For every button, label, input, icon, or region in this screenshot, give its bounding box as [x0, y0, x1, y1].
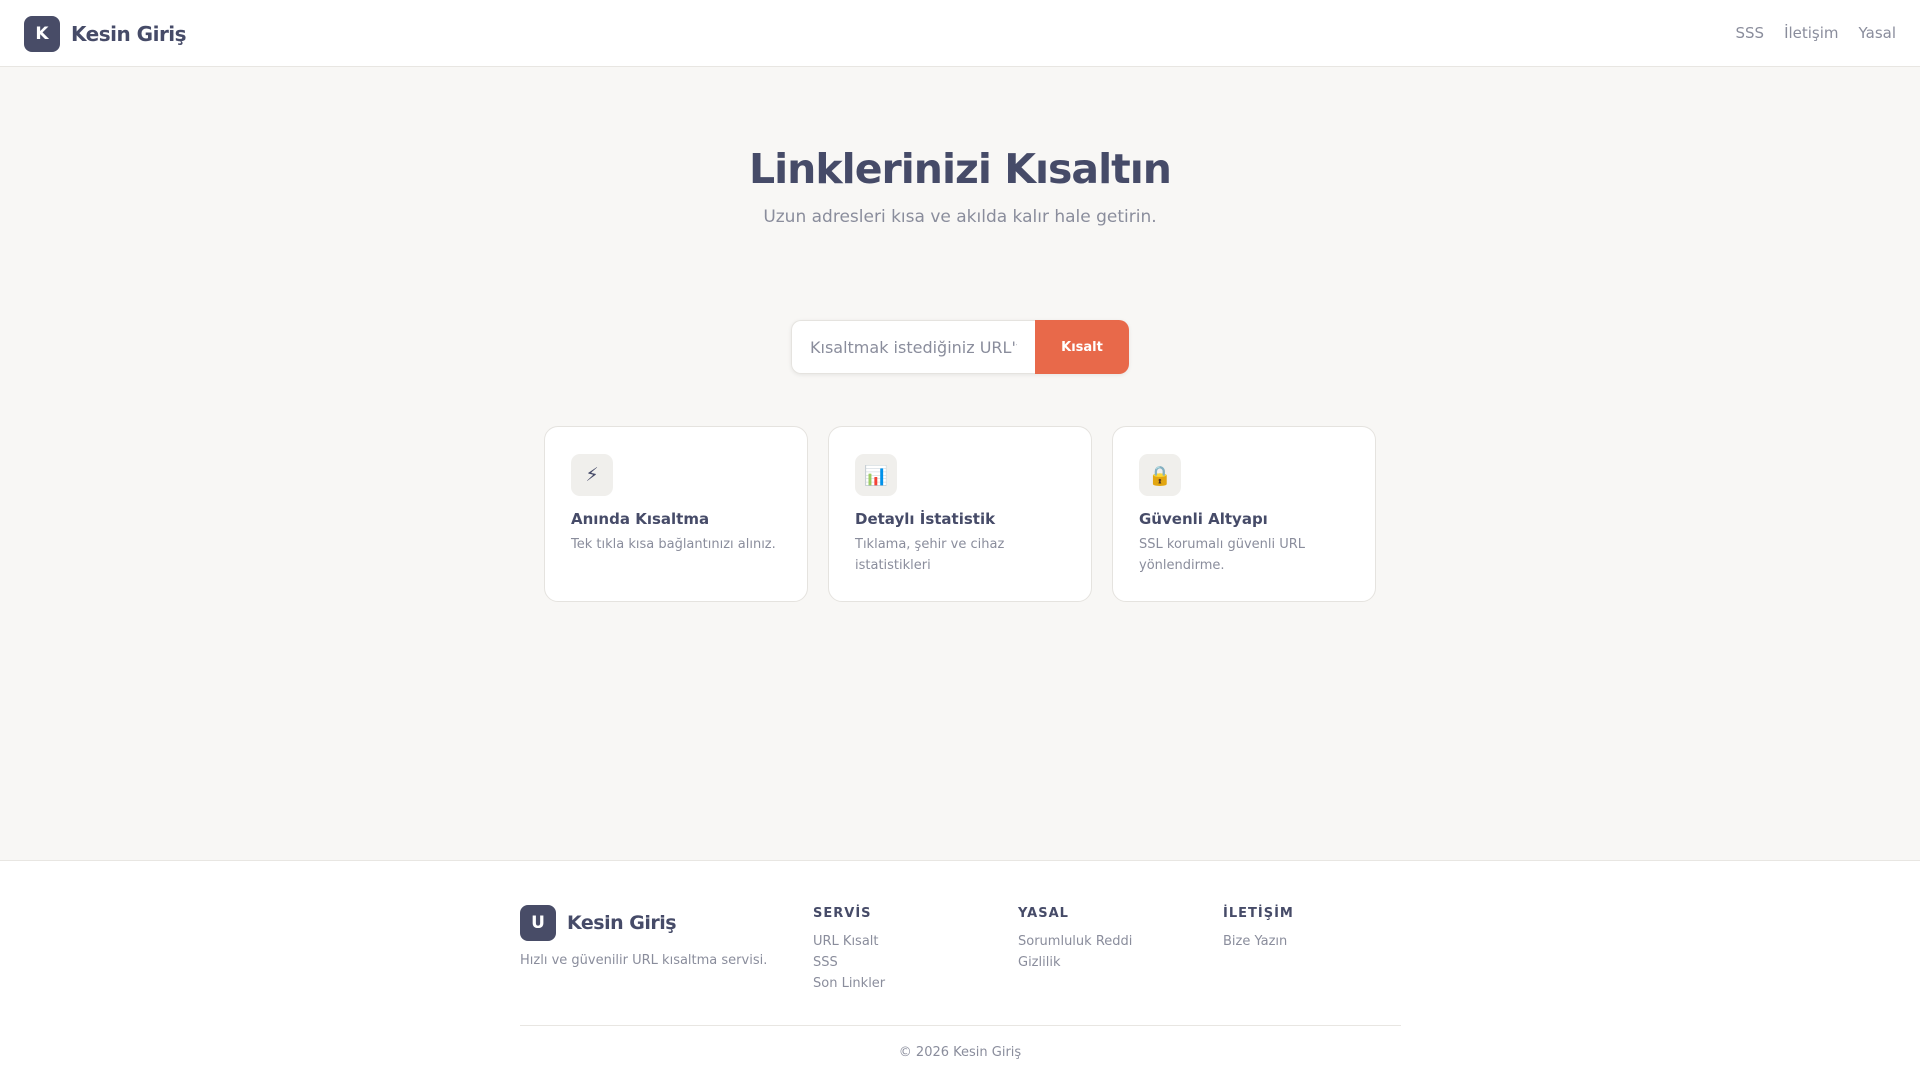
footer-link-write-us[interactable]: Bize Yazın [1223, 931, 1294, 952]
footer-link-recent[interactable]: Son Linkler [813, 973, 885, 994]
feature-title: Güvenli Altyapı [1139, 510, 1268, 528]
feature-description: Tıklama, şehir ve cihaz istatistikleri [855, 537, 1005, 573]
logo-icon: K [24, 16, 60, 52]
footer-column-title: SERVİS [813, 906, 872, 921]
nav-link-faq[interactable]: SSS [1735, 24, 1764, 42]
lock-icon: 🔒 [1139, 454, 1181, 496]
site-header: K Kesin Giriş SSS İletişim Yasal [0, 0, 1920, 67]
feature-card: 🔒 Güvenli Altyapı SSL korumalı güvenli U… [1112, 426, 1376, 602]
feature-cards: ⚡ Anında Kısaltma Tek tıkla kısa bağlant… [544, 426, 1376, 602]
footer-column-contact: İLETİŞİM Bize Yazın [1223, 906, 1294, 952]
feature-description: SSL korumalı güvenli URL yönlendirme. [1139, 537, 1306, 573]
feature-description: Tek tıkla kısa bağlantınızı alınız. [571, 537, 776, 552]
brand-name: Kesin Giriş [71, 22, 187, 46]
site-footer: U Kesin Giriş Hızlı ve güvenilir URL kıs… [0, 860, 1920, 1080]
footer-link-privacy[interactable]: Gizlilik [1018, 952, 1132, 973]
page-subtitle: Uzun adresleri kısa ve akılda kalır hale… [763, 207, 1157, 227]
footer-link-disclaimer[interactable]: Sorumluluk Reddi [1018, 931, 1132, 952]
copyright-text: © 2026 Kesin Giriş [898, 1045, 1022, 1060]
footer-link-shorten[interactable]: URL Kısalt [813, 931, 885, 952]
feature-card: 📊 Detaylı İstatistik Tıklama, şehir ve c… [828, 426, 1092, 602]
footer-link-faq[interactable]: SSS [813, 952, 885, 973]
footer-column-title: İLETİŞİM [1223, 906, 1294, 921]
feature-title: Detaylı İstatistik [855, 510, 996, 528]
footer-tagline: Hızlı ve güvenilir URL kısaltma servisi. [520, 953, 768, 968]
bar-chart-icon: 📊 [855, 454, 897, 496]
footer-column-service: SERVİS URL Kısalt SSS Son Linkler [813, 906, 885, 994]
lightning-icon: ⚡ [571, 454, 613, 496]
top-nav: SSS İletişim Yasal [1735, 24, 1896, 42]
shorten-form: Kısalt [791, 320, 1129, 374]
footer-column-legal: YASAL Sorumluluk Reddi Gizlilik [1018, 906, 1132, 973]
shorten-button[interactable]: Kısalt [1035, 320, 1129, 374]
footer-divider [520, 1025, 1401, 1026]
footer-brand[interactable]: U Kesin Giriş [520, 905, 677, 941]
footer-logo-icon: U [520, 905, 556, 941]
feature-title: Anında Kısaltma [571, 510, 710, 528]
footer-brand-name: Kesin Giriş [567, 912, 677, 934]
nav-link-legal[interactable]: Yasal [1859, 24, 1896, 42]
brand-logo[interactable]: K Kesin Giriş [24, 16, 187, 52]
footer-column-title: YASAL [1018, 906, 1069, 921]
page-title: Linklerinizi Kısaltın [749, 145, 1172, 193]
nav-link-contact[interactable]: İletişim [1784, 24, 1838, 42]
url-input[interactable] [791, 320, 1035, 374]
feature-card: ⚡ Anında Kısaltma Tek tıkla kısa bağlant… [544, 426, 808, 602]
